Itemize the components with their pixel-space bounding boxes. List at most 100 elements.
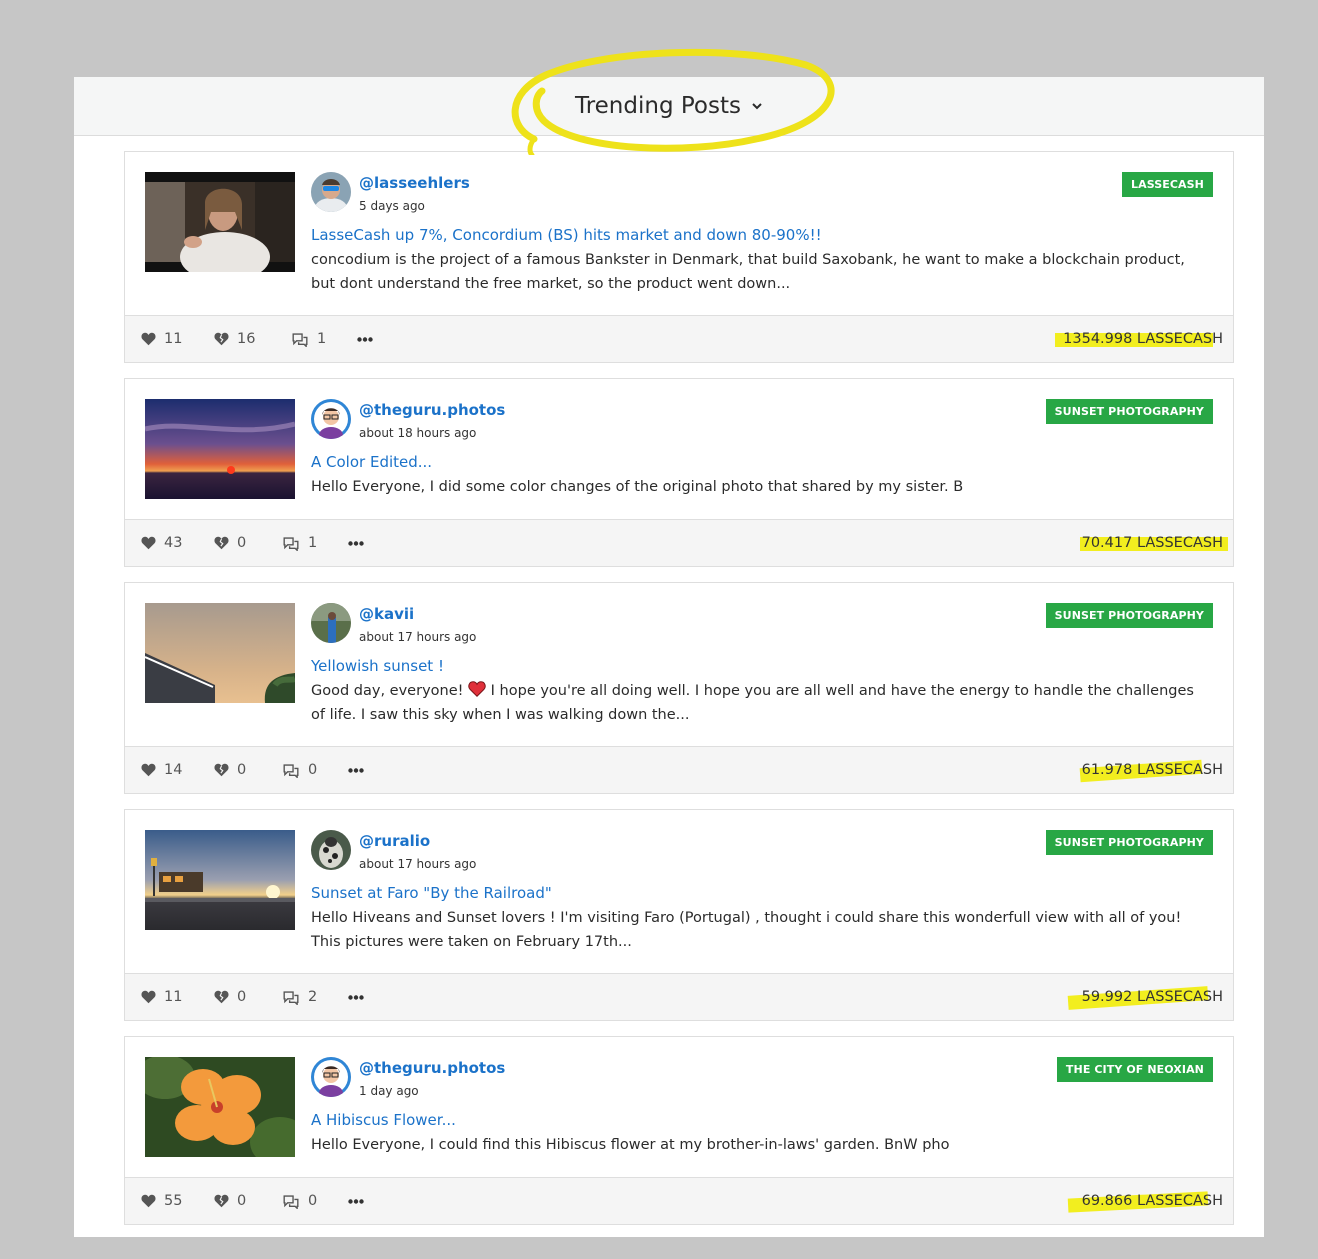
author-avatar[interactable] xyxy=(311,603,351,643)
dislike-button[interactable]: 16 xyxy=(214,316,255,362)
post-title[interactable]: Yellowish sunset ! xyxy=(311,657,444,675)
more-button[interactable] xyxy=(348,520,364,566)
like-button[interactable]: 55 xyxy=(141,1178,182,1224)
post-title[interactable]: Sunset at Faro "By the Railroad" xyxy=(311,884,552,902)
author-link[interactable]: @kavii xyxy=(359,605,414,623)
community-tag[interactable]: SUNSET PHOTOGRAPHY xyxy=(1045,830,1213,855)
post-title[interactable]: A Color Edited... xyxy=(311,453,432,471)
broken-heart-icon xyxy=(214,990,229,1004)
payout: 69.866 LASSECASH xyxy=(1067,1178,1223,1224)
heart-icon xyxy=(141,332,156,346)
comments-icon xyxy=(283,1194,299,1209)
thumbnail-image xyxy=(145,1057,295,1157)
heart-icon xyxy=(141,763,156,777)
more-icon xyxy=(357,336,373,342)
payout-value: 70.417 LASSECASH xyxy=(1081,535,1223,551)
payout: 70.417 LASSECASH xyxy=(1079,520,1228,566)
community-tag[interactable]: LASSECASH xyxy=(1121,172,1213,197)
author-link[interactable]: @lasseehlers xyxy=(359,174,470,192)
dislike-button[interactable]: 0 xyxy=(214,520,246,566)
like-count: 43 xyxy=(164,535,183,551)
post-thumbnail[interactable] xyxy=(145,1057,295,1157)
like-count: 14 xyxy=(164,762,183,778)
like-button[interactable]: 14 xyxy=(141,747,182,793)
more-button[interactable] xyxy=(357,316,373,362)
post-title[interactable]: LasseCash up 7%, Concordium (BS) hits ma… xyxy=(311,226,822,244)
post-thumbnail[interactable] xyxy=(145,830,295,930)
dislike-count: 0 xyxy=(237,1193,247,1209)
author-avatar[interactable] xyxy=(311,1057,351,1097)
comments-icon xyxy=(283,990,299,1005)
post-card: @ruralio about 17 hours ago SUNSET PHOTO… xyxy=(124,809,1234,1021)
comments-icon xyxy=(283,536,299,551)
community-tag[interactable]: SUNSET PHOTOGRAPHY xyxy=(1045,603,1213,628)
dislike-count: 0 xyxy=(237,535,247,551)
payout: 61.978 LASSECASH xyxy=(1079,747,1223,793)
more-icon xyxy=(348,1198,364,1204)
post-excerpt: Hello Hiveans and Sunset lovers ! I'm vi… xyxy=(311,910,1182,950)
post-thumbnail[interactable] xyxy=(145,172,295,272)
post-thumbnail[interactable] xyxy=(145,603,295,703)
comments-button[interactable]: 2 xyxy=(282,974,317,1020)
author-link[interactable]: @theguru.photos xyxy=(359,401,505,419)
panel-title-text: Trending Posts xyxy=(575,93,741,119)
community-tag[interactable]: THE CITY OF NEOXIAN xyxy=(1056,1057,1213,1082)
post-time: 1 day ago xyxy=(359,1084,419,1098)
comments-button[interactable]: 0 xyxy=(282,747,317,793)
post-thumbnail[interactable] xyxy=(145,399,295,499)
like-button[interactable]: 11 xyxy=(141,974,182,1020)
heart-emoji-icon xyxy=(468,681,486,697)
like-button[interactable]: 11 xyxy=(141,316,182,362)
dislike-button[interactable]: 0 xyxy=(214,974,246,1020)
more-button[interactable] xyxy=(348,747,364,793)
post-excerpt: Good day, everyone! I hope you're all do… xyxy=(311,679,1211,727)
excerpt-start: Good day, everyone! xyxy=(311,683,464,699)
payout-value: 1354.998 LASSECASH xyxy=(1063,331,1223,347)
post-excerpt: concodium is the project of a famous Ban… xyxy=(311,252,1185,292)
like-button[interactable]: 43 xyxy=(141,520,182,566)
author-link[interactable]: @ruralio xyxy=(359,832,430,850)
avatar-image xyxy=(311,603,351,643)
post-footer: 11 16 1 1354.998 LASSECASH xyxy=(125,315,1233,362)
payout-value: 59.992 LASSECASH xyxy=(1081,989,1223,1005)
post-footer: 11 0 2 59.992 LASSECASH xyxy=(125,973,1233,1020)
avatar-image xyxy=(311,1057,351,1097)
more-icon xyxy=(348,540,364,546)
more-button[interactable] xyxy=(348,1178,364,1224)
comments-icon xyxy=(292,332,308,347)
payout: 59.992 LASSECASH xyxy=(1067,974,1223,1020)
post-time: 5 days ago xyxy=(359,199,425,213)
payout-value: 69.866 LASSECASH xyxy=(1081,1193,1223,1209)
thumbnail-image xyxy=(145,830,295,930)
author-avatar[interactable] xyxy=(311,172,351,212)
post-excerpt: Hello Everyone, I could find this Hibisc… xyxy=(311,1137,950,1153)
like-count: 55 xyxy=(164,1193,183,1209)
author-link[interactable]: @theguru.photos xyxy=(359,1059,505,1077)
like-count: 11 xyxy=(164,989,183,1005)
author-avatar[interactable] xyxy=(311,399,351,439)
post-time: about 18 hours ago xyxy=(359,426,477,440)
dislike-button[interactable]: 0 xyxy=(214,1178,246,1224)
post-card: @lasseehlers 5 days ago LASSECASH LasseC… xyxy=(124,151,1234,363)
community-tag[interactable]: SUNSET PHOTOGRAPHY xyxy=(1045,399,1213,424)
post-excerpt: Hello Everyone, I did some color changes… xyxy=(311,479,964,495)
more-icon xyxy=(348,994,364,1000)
more-button[interactable] xyxy=(348,974,364,1020)
broken-heart-icon xyxy=(214,763,229,777)
trending-posts-dropdown[interactable]: Trending Posts xyxy=(575,93,763,119)
comment-count: 0 xyxy=(308,762,318,778)
author-avatar[interactable] xyxy=(311,830,351,870)
comments-button[interactable]: 1 xyxy=(291,316,326,362)
comment-count: 1 xyxy=(317,331,327,347)
post-title[interactable]: A Hibiscus Flower... xyxy=(311,1111,456,1129)
post-footer: 43 0 1 70.417 LASSECASH xyxy=(125,519,1233,566)
dislike-count: 0 xyxy=(237,989,247,1005)
dislike-button[interactable]: 0 xyxy=(214,747,246,793)
comments-button[interactable]: 1 xyxy=(282,520,317,566)
heart-icon xyxy=(141,536,156,550)
thumbnail-image xyxy=(145,399,295,499)
thumbnail-image xyxy=(145,172,295,272)
comment-count: 0 xyxy=(308,1193,318,1209)
comments-button[interactable]: 0 xyxy=(282,1178,317,1224)
post-footer: 55 0 0 69.866 LASSECASH xyxy=(125,1177,1233,1224)
